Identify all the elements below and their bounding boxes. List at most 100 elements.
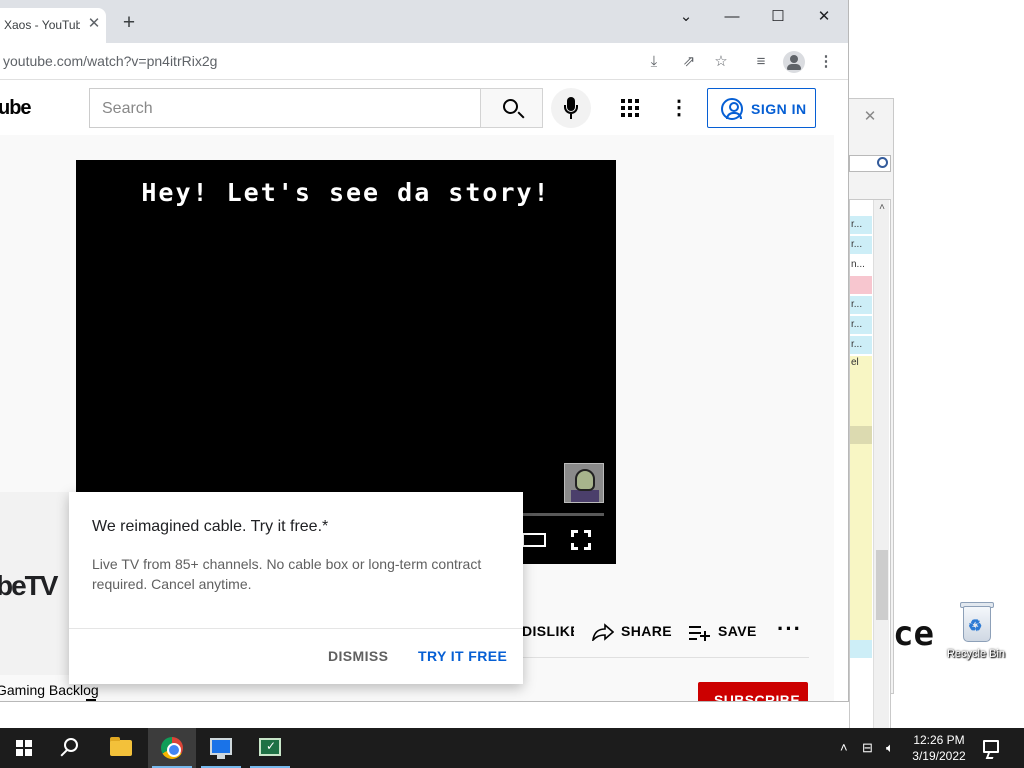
taskbar-spreadsheet-app[interactable]	[246, 728, 294, 768]
folder-icon	[110, 737, 132, 756]
browser-tab[interactable]: Xaos - YouTube ✕	[0, 8, 106, 43]
dismiss-button[interactable]: DISMISS	[328, 648, 388, 664]
search-placeholder: Search	[102, 100, 153, 117]
divider	[506, 657, 809, 658]
scrollbar-thumb[interactable]	[876, 550, 888, 620]
search-icon	[64, 738, 78, 752]
search-icon	[877, 157, 888, 168]
browser-window: Xaos - YouTube ✕ + ⌄ — ☐ ✕ youtube.com/w…	[0, 0, 849, 702]
youtube-tv-logo: beTV	[0, 570, 58, 601]
add-to-playlist-icon	[689, 626, 710, 641]
list-item[interactable]: r...	[850, 316, 872, 334]
maximize-button[interactable]: ☐	[755, 4, 801, 30]
profile-avatar-icon[interactable]	[783, 51, 805, 73]
address-bar: youtube.com/watch?v=pn4itrRix2g ⤓ ⇗ ☆ ≡ …	[0, 43, 848, 80]
dislike-label: DISLIKE	[522, 623, 574, 639]
background-window[interactable]: ✕ r... r... n... r... r... r... el ˄ ˅	[846, 98, 894, 763]
media-control-icon[interactable]: ≡	[750, 51, 772, 73]
youtube-logo[interactable]: ube	[0, 97, 32, 120]
theater-mode-icon[interactable]	[522, 533, 546, 547]
try-it-free-button[interactable]: TRY IT FREE	[418, 648, 507, 664]
video-caption: Hey! Let's see da story!	[141, 178, 551, 207]
recycle-bin[interactable]: ♻ Recycle Bin	[940, 600, 1012, 660]
list-item[interactable]: r...	[850, 236, 872, 254]
scrollbar[interactable]: ˄ ˅	[873, 200, 889, 762]
network-icon[interactable]: ⊟	[862, 740, 873, 756]
chrome-icon	[161, 737, 183, 759]
list-item[interactable]: r...	[850, 216, 872, 234]
list-item[interactable]	[850, 444, 872, 640]
youtube-page: ube Search ⋮ SIGN IN Hey! Let's see da s…	[0, 81, 834, 702]
clock-date: 3/19/2022	[912, 749, 966, 763]
tab-search-icon[interactable]: ⌄	[663, 4, 709, 30]
dislike-button[interactable]: DISLIKE	[522, 623, 574, 643]
list-item[interactable]	[850, 426, 872, 444]
list-item[interactable]: n...	[850, 256, 872, 274]
clock[interactable]: 12:26 PM 3/19/2022	[900, 732, 978, 764]
channel-watermark[interactable]	[564, 463, 604, 503]
settings-menu-icon[interactable]: ⋮	[669, 95, 689, 121]
scroll-up-icon[interactable]: ˄	[874, 200, 890, 216]
start-button[interactable]	[0, 728, 48, 768]
taskbar-display-app[interactable]	[197, 728, 245, 768]
close-button[interactable]: ✕	[801, 4, 847, 30]
promo-image: beTV	[0, 492, 69, 675]
tab-title: Xaos - YouTube	[4, 18, 80, 32]
sign-in-button[interactable]: SIGN IN	[707, 88, 816, 128]
list-item[interactable]	[850, 276, 872, 294]
recycle-bin-label: Recycle Bin	[946, 648, 1006, 660]
star-icon[interactable]: ☆	[710, 51, 732, 73]
search-field[interactable]	[849, 155, 891, 172]
list-item[interactable]: el	[850, 356, 872, 426]
clock-time: 12:26 PM	[913, 733, 965, 747]
windows-icon	[16, 740, 32, 756]
apps-grid-icon[interactable]	[621, 99, 639, 117]
volume-icon[interactable]: 🔈︎	[886, 740, 894, 756]
show-hidden-icons-icon[interactable]: ˄	[840, 740, 848, 755]
divider	[69, 628, 523, 629]
recycle-bin-icon: ♻	[957, 600, 995, 646]
close-tab-icon[interactable]: ✕	[86, 14, 102, 34]
subscribe-label: SUBSCRIBE	[714, 692, 801, 702]
save-label: SAVE	[718, 623, 757, 639]
search-icon	[503, 99, 518, 114]
channel-name[interactable]: Gaming Backlog	[0, 682, 99, 698]
youtube-header: ube Search ⋮ SIGN IN	[0, 81, 834, 135]
new-tab-button[interactable]: +	[118, 12, 140, 34]
spreadsheet-icon	[259, 738, 281, 756]
monitor-icon	[210, 738, 232, 759]
promo-dialog: We reimagined cable. Try it free.* Live …	[69, 492, 523, 684]
search-input[interactable]: Search	[89, 88, 481, 128]
save-button[interactable]: SAVE	[718, 623, 757, 643]
taskbar: ˄ ⊟ 🔈︎ 12:26 PM 3/19/2022	[0, 728, 1024, 768]
promo-body: Live TV from 85+ channels. No cable box …	[92, 556, 482, 592]
cursor-icon	[86, 699, 96, 701]
taskbar-file-explorer[interactable]	[98, 728, 146, 768]
menu-icon[interactable]: ⋮	[815, 51, 837, 73]
title-bar: Xaos - YouTube ✕ + ⌄ — ☐ ✕	[0, 0, 848, 43]
close-icon[interactable]: ✕	[857, 107, 883, 127]
list-panel[interactable]: r... r... n... r... r... r... el ˄ ˅	[849, 199, 891, 763]
list-item[interactable]: r...	[850, 296, 872, 314]
share-label: SHARE	[621, 623, 673, 639]
install-icon[interactable]: ⤓	[643, 51, 665, 73]
notifications-icon[interactable]	[983, 740, 999, 753]
minimize-button[interactable]: —	[709, 4, 755, 30]
sign-in-label: SIGN IN	[751, 101, 807, 117]
url-field[interactable]: youtube.com/watch?v=pn4itrRix2g	[3, 53, 217, 69]
search-button[interactable]	[480, 88, 543, 128]
share-button[interactable]: SHARE	[621, 623, 672, 643]
fullscreen-icon[interactable]	[571, 530, 591, 550]
share-arrow-icon	[592, 623, 614, 641]
voice-search-button[interactable]	[551, 88, 591, 128]
account-icon	[721, 98, 743, 120]
promo-title: We reimagined cable. Try it free.*	[92, 518, 329, 535]
taskbar-chrome[interactable]	[148, 728, 196, 768]
background-window-text: ce	[893, 614, 934, 654]
more-actions-icon[interactable]: ···	[777, 616, 802, 642]
list-item[interactable]	[850, 640, 872, 658]
share-icon[interactable]: ⇗	[678, 51, 700, 73]
taskbar-search-button[interactable]	[48, 728, 96, 768]
list-item[interactable]: r...	[850, 336, 872, 354]
subscribe-button[interactable]: SUBSCRIBE	[698, 682, 808, 702]
